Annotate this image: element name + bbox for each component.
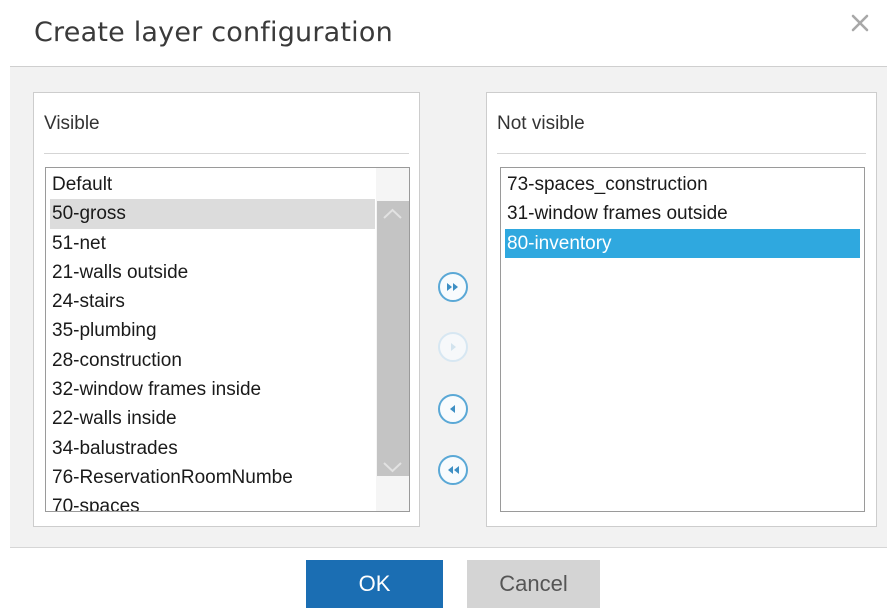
not-visible-layers-panel: Not visible 73-spaces_construction 31-win… bbox=[486, 92, 877, 527]
ok-button[interactable]: OK bbox=[306, 560, 443, 608]
dialog-title: Create layer configuration bbox=[34, 17, 393, 48]
not-visible-panel-header: Not visible bbox=[497, 113, 585, 134]
panel-divider bbox=[44, 153, 409, 154]
move-left-button[interactable] bbox=[438, 394, 468, 424]
visible-layer-item[interactable]: 21-walls outside bbox=[50, 258, 375, 287]
visible-layer-item[interactable]: 51-net bbox=[50, 229, 375, 258]
not-visible-layers-list[interactable]: 73-spaces_construction 31-window frames o… bbox=[500, 167, 865, 512]
chevron-up-icon[interactable] bbox=[376, 200, 409, 228]
not-visible-layer-item[interactable]: 80-inventory bbox=[505, 228, 860, 258]
not-visible-layer-item[interactable]: 31-window frames outside bbox=[505, 199, 860, 228]
visible-layers-panel: Visible Default 50-gross 51-net 21-walls ou… bbox=[33, 92, 420, 527]
visible-layer-item[interactable]: 24-stairs bbox=[50, 287, 375, 316]
visible-layer-item[interactable]: Default bbox=[50, 170, 375, 199]
visible-layer-item[interactable]: 34-balustrades bbox=[50, 434, 375, 463]
visible-layer-item[interactable]: 32-window frames inside bbox=[50, 375, 375, 404]
visible-layer-item[interactable]: 50-gross bbox=[50, 199, 375, 229]
visible-layer-item[interactable]: 22-walls inside bbox=[50, 404, 375, 433]
visible-layer-item[interactable]: 35-plumbing bbox=[50, 316, 375, 345]
scrollbar-thumb[interactable] bbox=[377, 201, 409, 476]
close-button[interactable] bbox=[845, 8, 875, 38]
chevron-left-icon bbox=[450, 405, 455, 413]
footer-divider bbox=[10, 547, 887, 548]
visible-list-scrollbar[interactable] bbox=[376, 168, 409, 511]
double-chevron-left-icon bbox=[448, 466, 459, 474]
not-visible-layer-item[interactable]: 73-spaces_construction bbox=[505, 170, 860, 199]
visible-layers-list[interactable]: Default 50-gross 51-net 21-walls outside 24-… bbox=[45, 167, 410, 512]
panel-divider bbox=[497, 153, 866, 154]
visible-layer-item[interactable]: 28-construction bbox=[50, 346, 375, 375]
move-all-left-button[interactable] bbox=[438, 455, 468, 485]
close-icon bbox=[851, 14, 869, 32]
visible-layer-item[interactable]: 70-spaces bbox=[50, 492, 375, 511]
double-chevron-right-icon bbox=[447, 283, 458, 291]
chevron-down-icon[interactable] bbox=[376, 453, 409, 481]
move-all-right-button[interactable] bbox=[438, 272, 468, 302]
visible-panel-header: Visible bbox=[44, 113, 100, 134]
visible-layer-item[interactable]: 76-ReservationRoomNumbe bbox=[50, 463, 375, 492]
chevron-right-icon bbox=[451, 343, 456, 351]
move-right-button[interactable] bbox=[438, 332, 468, 362]
cancel-button[interactable]: Cancel bbox=[467, 560, 600, 608]
